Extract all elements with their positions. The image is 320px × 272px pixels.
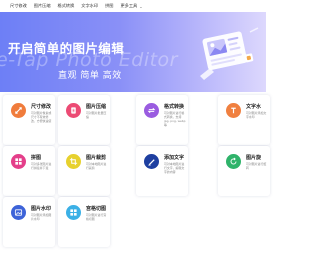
compress-icon xyxy=(66,103,81,118)
card-puzzle[interactable]: 拼图 可对多张图片进行拼接并下载 xyxy=(3,146,55,196)
card-desc: 可对图片进行格式转换，支持 jpg, png, webp 等 xyxy=(164,111,186,127)
nav-item-more-tools[interactable]: 更多工具 xyxy=(120,0,137,12)
convert-icon xyxy=(144,103,159,118)
card-title: 图片水印 xyxy=(31,206,52,212)
photo-editor-illustration xyxy=(200,27,259,80)
hero-banner: e-Tap Photo Editor 开启简单的图片编辑 直观 简单 高效 xyxy=(0,12,266,92)
card-convert[interactable]: 格式转换 可对图片进行格式转换，支持 jpg, png, webp 等 xyxy=(136,95,188,145)
hero-title: 开启简单的图片编辑 xyxy=(8,41,125,56)
nav-item-resize[interactable]: 尺寸修改 xyxy=(10,0,27,12)
grid-cut-icon xyxy=(66,205,81,220)
card-resize[interactable]: 尺寸修改 可对图片像素或尺寸不有效修改，方便快速使 xyxy=(3,95,55,145)
card-title: 格式转换 xyxy=(164,104,185,110)
card-desc: 可对多张图片进行拼接并下载 xyxy=(31,162,52,170)
card-desc: 可对本地图片进行文字，编辑文字的内容 xyxy=(164,162,185,174)
card-title: 宫格切图 xyxy=(86,206,107,212)
top-nav: 尺寸修改 图片压缩 格式转换 文字水印 拼图 更多工具 ⌄ xyxy=(0,0,266,12)
card-title: 拼图 xyxy=(31,155,42,161)
card-desc: 可对图片添加图片水印 xyxy=(31,213,52,221)
nav-item-watermark[interactable]: 文字水印 xyxy=(81,0,98,12)
card-desc: 可对图片批量压缩 xyxy=(86,111,107,119)
card-image-watermark[interactable]: 图片水印 可对图片添加图片水印 xyxy=(3,197,55,247)
crop-icon xyxy=(66,154,81,169)
card-title: 图片裁剪 xyxy=(86,155,107,161)
card-title: 尺寸修改 xyxy=(31,104,52,110)
card-desc: 可对图片添加文字水印 xyxy=(246,111,267,119)
card-crop[interactable]: 图片裁剪 可对本地图片进行裁剪 xyxy=(58,146,110,196)
card-desc: 可对图片进行旋转 xyxy=(246,162,267,170)
resize-icon xyxy=(11,103,26,118)
nav-item-puzzle[interactable]: 拼图 xyxy=(105,0,113,12)
card-title: 图片旋 xyxy=(246,155,262,161)
add-text-icon xyxy=(144,154,159,169)
card-rotate[interactable]: 图片旋 可对图片进行旋转 xyxy=(218,146,270,196)
card-title: 文字水 xyxy=(246,104,262,110)
card-desc: 可对图片进行宫格切图 xyxy=(86,213,107,221)
text-watermark-icon xyxy=(226,103,241,118)
card-grid-cut[interactable]: 宫格切图 可对图片进行宫格切图 xyxy=(58,197,110,247)
nav-item-convert[interactable]: 格式转换 xyxy=(58,0,75,12)
card-desc: 可对本地图片进行裁剪 xyxy=(86,162,107,170)
card-desc: 可对图片像素或尺寸不有效修改，方便快速使 xyxy=(31,111,52,123)
hero-subtitle: 直观 简单 高效 xyxy=(58,71,122,81)
rotate-icon xyxy=(226,154,241,169)
card-title: 添加文字 xyxy=(164,155,185,161)
card-compress[interactable]: 图片压缩 可对图片批量压缩 xyxy=(58,95,110,145)
image-watermark-icon xyxy=(11,205,26,220)
chevron-down-icon[interactable]: ⌄ xyxy=(139,4,142,9)
nav-item-compress[interactable]: 图片压缩 xyxy=(34,0,51,12)
puzzle-icon xyxy=(11,154,26,169)
card-add-text[interactable]: 添加文字 可对本地图片进行文字，编辑文字的内容 xyxy=(136,146,188,196)
card-text-watermark[interactable]: 文字水 可对图片添加文字水印 xyxy=(218,95,270,145)
card-title: 图片压缩 xyxy=(86,104,107,110)
